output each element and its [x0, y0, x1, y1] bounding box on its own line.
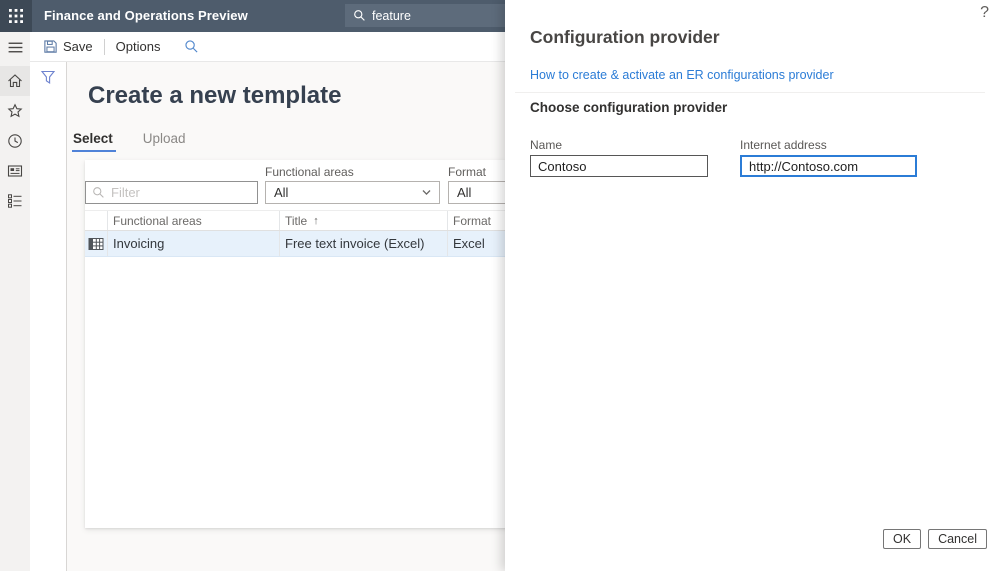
section-title: Choose configuration provider [530, 100, 728, 115]
configuration-provider-dialog: ? Configuration provider How to create &… [505, 0, 1000, 571]
format-dropdown[interactable]: All [448, 181, 505, 204]
page-title: Create a new template [88, 82, 342, 109]
cell-title: Free text invoice (Excel) [280, 231, 448, 256]
er-provider-help-link[interactable]: How to create & activate an ER configura… [530, 68, 834, 82]
filter-funnel-icon [40, 70, 56, 85]
cell-functional-areas: Invoicing [108, 231, 280, 256]
help-icon[interactable]: ? [980, 4, 989, 22]
format-value: All [457, 185, 472, 200]
save-button-label: Save [63, 39, 93, 54]
table-row[interactable]: Invoicing Free text invoice (Excel) Exce… [85, 231, 505, 257]
global-search-input[interactable]: feature [345, 4, 515, 27]
waffle-icon [9, 9, 23, 23]
toolbar-search-button[interactable] [184, 39, 199, 54]
modules-list-icon [8, 194, 22, 208]
search-icon [354, 10, 365, 21]
header-icon-column [85, 211, 108, 230]
options-button-label: Options [115, 39, 161, 54]
tab-upload[interactable]: Upload [143, 131, 186, 152]
clock-icon [8, 134, 22, 148]
format-label: Format [448, 165, 487, 179]
name-input[interactable] [530, 155, 708, 177]
chevron-down-icon [422, 190, 431, 195]
header-format-label: Format [453, 213, 492, 228]
dialog-actions: OK Cancel [883, 529, 987, 549]
save-floppy-icon [44, 40, 57, 53]
functional-areas-value: All [274, 185, 289, 200]
workspace-form-icon [7, 165, 23, 177]
filter-pane [30, 62, 67, 571]
section-divider [515, 92, 985, 93]
sidebar-item-favorites[interactable] [0, 96, 30, 126]
grid-filter-box [85, 181, 258, 204]
header-functional-areas-label: Functional areas [113, 213, 202, 228]
tab-select[interactable]: Select [72, 131, 116, 152]
cell-format: Excel [453, 236, 485, 251]
main-content-area: Create a new template Select Upload Func… [30, 62, 505, 571]
sidebar-item-recent[interactable] [0, 126, 30, 156]
table-header-row: Functional areas Title ↑ Format [85, 210, 505, 231]
home-icon [8, 74, 22, 88]
internet-address-field-group: Internet address [740, 138, 917, 177]
sort-ascending-icon: ↑ [313, 214, 319, 227]
save-button[interactable]: Save [43, 39, 93, 54]
search-icon [185, 40, 198, 53]
template-grid-card: Functional areas All Format All Function… [85, 160, 505, 528]
search-icon [93, 187, 104, 198]
hamburger-menu-button[interactable] [0, 32, 30, 62]
header-format[interactable]: Format [448, 211, 505, 230]
functional-areas-label: Functional areas [265, 165, 354, 179]
row-icon-cell [85, 231, 108, 256]
header-functional-areas[interactable]: Functional areas [108, 211, 280, 230]
templates-table: Functional areas Title ↑ Format Invoicin… [85, 210, 505, 257]
header-title[interactable]: Title ↑ [280, 211, 448, 230]
name-label: Name [530, 138, 563, 152]
star-icon [7, 103, 23, 118]
sidebar-item-home[interactable] [0, 66, 30, 96]
app-title: Finance and Operations Preview [44, 8, 248, 23]
functional-areas-dropdown[interactable]: All [265, 181, 440, 204]
pivot-tabs: Select Upload [72, 131, 186, 152]
filter-pane-toggle-button[interactable] [40, 70, 56, 85]
header-title-label: Title [285, 213, 308, 228]
excel-grid-icon [88, 237, 104, 250]
dialog-title: Configuration provider [530, 27, 720, 47]
global-search-value: feature [372, 8, 411, 23]
app-launcher-button[interactable] [0, 0, 32, 32]
internet-address-input[interactable] [740, 155, 917, 177]
sidebar-item-modules[interactable] [0, 186, 30, 216]
navigation-rail [0, 32, 30, 571]
sidebar-item-workspaces[interactable] [0, 156, 30, 186]
options-button[interactable]: Options [116, 39, 161, 54]
ok-button[interactable]: OK [883, 529, 922, 549]
cancel-button[interactable]: Cancel [928, 529, 987, 549]
internet-address-label: Internet address [740, 138, 827, 152]
hamburger-icon [8, 42, 22, 52]
toolbar-divider [103, 38, 105, 55]
grid-filter-input[interactable] [111, 185, 241, 200]
name-field-group: Name [530, 138, 708, 177]
